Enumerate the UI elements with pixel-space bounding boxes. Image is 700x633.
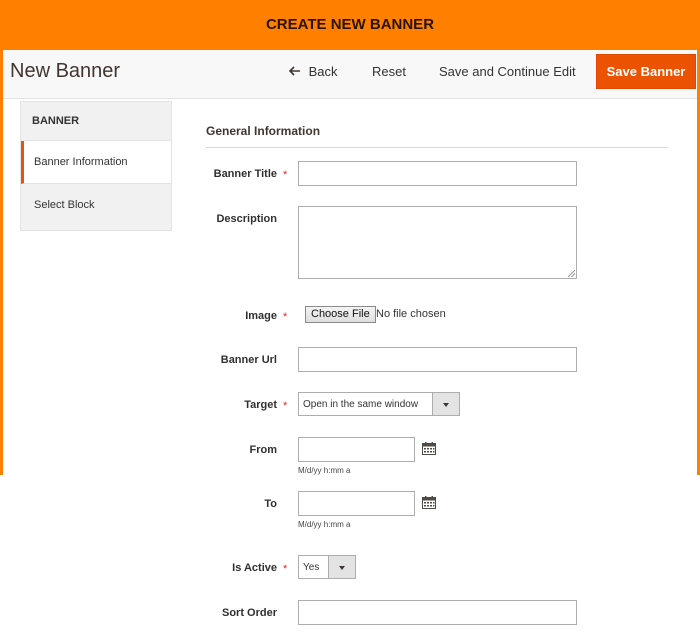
arrow-left-icon: [288, 64, 305, 79]
sort-order-input[interactable]: [298, 600, 577, 625]
from-label: From: [249, 444, 278, 456]
frame-left: [0, 50, 3, 475]
target-select-value: Open in the same window: [303, 399, 419, 410]
save-and-continue-button[interactable]: Save and Continue Edit: [439, 64, 576, 79]
target-label: Target: [244, 399, 277, 411]
from-date-input[interactable]: [298, 437, 415, 462]
required-marker: *: [283, 400, 288, 412]
image-label: Image: [245, 310, 277, 322]
resize-handle[interactable]: [568, 270, 575, 277]
page-title: New Banner: [10, 60, 121, 82]
sort-order-label: Sort Order: [221, 607, 277, 619]
calendar-icon[interactable]: [422, 442, 436, 455]
is-active-select[interactable]: Yes: [298, 555, 356, 579]
to-format-hint: M/d/yy h:mm a: [298, 520, 351, 529]
banner-url-label: Banner Url: [220, 354, 277, 366]
chevron-down-icon: [432, 393, 459, 415]
required-marker: *: [283, 169, 288, 181]
sidebar-item-banner-information[interactable]: Banner Information: [21, 141, 171, 184]
sidebar-item-select-block[interactable]: Select Block: [21, 184, 171, 230]
chevron-down-icon: [328, 556, 355, 578]
calendar-icon[interactable]: [422, 496, 436, 509]
target-select[interactable]: Open in the same window: [298, 392, 460, 416]
to-label: To: [264, 498, 277, 510]
sidebar: BANNER Banner Information Select Block: [20, 101, 172, 231]
window-title-bar: CREATE NEW BANNER: [0, 0, 700, 50]
description-label: Description: [216, 213, 277, 225]
banner-url-input[interactable]: [298, 347, 577, 372]
required-marker: *: [283, 311, 288, 323]
section-title: General Information: [206, 124, 321, 138]
back-label: Back: [308, 64, 338, 79]
back-button[interactable]: Back: [288, 64, 338, 79]
from-format-hint: M/d/yy h:mm a: [298, 466, 351, 475]
required-marker: *: [283, 563, 288, 575]
file-status-text: No file chosen: [376, 308, 446, 320]
banner-title-label: Banner Title: [213, 168, 277, 180]
banner-title-input[interactable]: [298, 161, 577, 186]
description-textarea[interactable]: [298, 206, 577, 279]
to-date-input[interactable]: [298, 491, 415, 516]
save-banner-button[interactable]: Save Banner: [596, 54, 696, 89]
sidebar-heading: BANNER: [21, 102, 171, 141]
section-divider: [206, 147, 668, 148]
is-active-label: Is Active: [232, 562, 277, 574]
window-title: CREATE NEW BANNER: [265, 16, 435, 33]
is-active-select-value: Yes: [303, 562, 320, 573]
reset-button[interactable]: Reset: [372, 64, 406, 79]
page-header: New Banner Back Reset Save and Continue …: [3, 50, 697, 99]
choose-file-button[interactable]: Choose File: [305, 306, 376, 323]
